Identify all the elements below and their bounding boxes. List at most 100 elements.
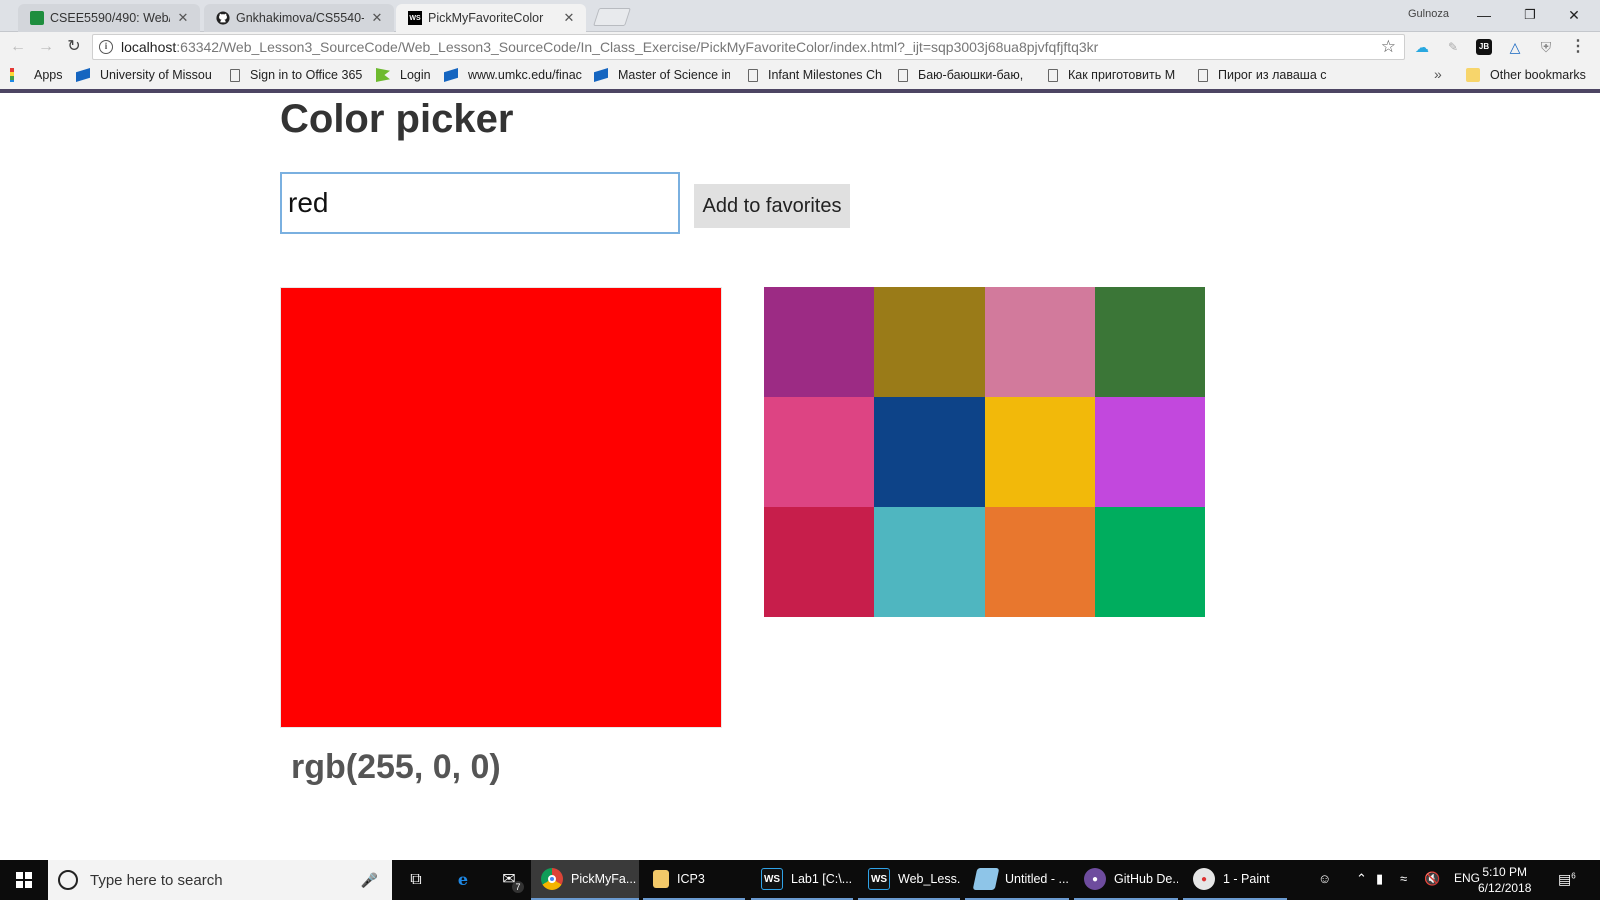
close-icon[interactable]: ✕: [370, 10, 384, 26]
favorite-color-swatch[interactable]: [1094, 507, 1205, 617]
apps-grid-icon: [10, 68, 24, 82]
favorite-color-swatch[interactable]: [984, 287, 1095, 397]
taskbar-app-notepad[interactable]: Untitled - ...: [965, 860, 1069, 900]
taskbar-app-github-desktop[interactable]: ● GitHub De...: [1074, 860, 1178, 900]
task-label: 1 - Paint: [1223, 872, 1270, 886]
back-arrow-icon[interactable]: ←: [8, 37, 28, 57]
language-indicator[interactable]: ENG: [1454, 871, 1480, 885]
color-input[interactable]: [280, 172, 680, 234]
task-label: GitHub De...: [1114, 872, 1178, 886]
address-bar[interactable]: i localhost:63342/Web_Lesson3_SourceCode…: [92, 34, 1405, 60]
system-clock[interactable]: 5:10 PM 6/12/2018: [1478, 864, 1531, 896]
cortana-icon: [58, 870, 78, 890]
taskbar-search-box[interactable]: Type here to search 🎤: [48, 860, 392, 900]
taskbar-app-paint[interactable]: ● 1 - Paint: [1183, 860, 1287, 900]
close-window-icon[interactable]: ✕: [1552, 4, 1596, 26]
mail-badge: 7: [512, 881, 524, 893]
add-to-favorites-button[interactable]: Add to favorites: [694, 184, 850, 228]
page-title: Color picker: [280, 97, 514, 141]
task-label: Lab1 [C:\...: [791, 872, 853, 886]
bookmark-label: Баю-баюшки-баю,: [918, 68, 1024, 82]
new-tab-button[interactable]: [593, 8, 631, 26]
spreadsheet-icon: [30, 11, 44, 25]
bookmarks-overflow-button[interactable]: »: [1434, 66, 1442, 82]
cloud-extension-icon[interactable]: ☁: [1414, 39, 1430, 55]
taskbar-app-webstorm-lesson[interactable]: WS Web_Less...: [858, 860, 960, 900]
favorite-color-swatch[interactable]: [984, 397, 1095, 507]
favorite-color-swatch[interactable]: [764, 397, 875, 507]
chrome-icon: [541, 868, 563, 890]
bookmark-infant-milestones[interactable]: Infant Milestones Ch: [746, 68, 884, 82]
bookmarks-bar: Apps University of Missou Sign in to Off…: [0, 62, 1600, 89]
bookmark-label: Пирог из лаваша с: [1218, 68, 1327, 82]
url-host: localhost: [121, 39, 177, 55]
favorite-color-swatch[interactable]: [764, 287, 875, 397]
reload-icon[interactable]: ↻: [64, 37, 84, 57]
favorite-color-swatch[interactable]: [984, 507, 1095, 617]
favorite-color-swatch[interactable]: [1094, 397, 1205, 507]
umkc-icon: [594, 68, 608, 82]
favorite-color-swatch[interactable]: [1094, 287, 1205, 397]
webstorm-icon: WS: [868, 868, 890, 890]
shield-extension-icon[interactable]: ⛨: [1538, 39, 1554, 55]
mail-icon[interactable]: ✉ 7: [498, 869, 524, 893]
bookmark-login[interactable]: Login: [376, 68, 431, 82]
wifi-icon[interactable]: ≈: [1400, 871, 1407, 886]
battery-icon[interactable]: ▮: [1376, 871, 1383, 887]
tray-chevron-icon[interactable]: ⌃: [1356, 871, 1367, 887]
bookmark-label: Sign in to Office 365: [250, 68, 363, 82]
bookmark-office365[interactable]: Sign in to Office 365: [228, 68, 370, 82]
favorite-color-swatch[interactable]: [874, 507, 985, 617]
bookmark-master-science[interactable]: Master of Science in: [594, 68, 730, 82]
page-icon: [1048, 68, 1058, 82]
browser-toolbar: ← → ↻ i localhost:63342/Web_Lesson3_Sour…: [0, 32, 1600, 62]
favorite-color-swatch[interactable]: [874, 287, 985, 397]
jetbrains-extension-icon[interactable]: JB: [1476, 39, 1492, 55]
notification-center-icon[interactable]: ▤6: [1558, 871, 1576, 888]
folder-icon: [653, 870, 669, 888]
restore-icon[interactable]: ❐: [1508, 4, 1552, 26]
volume-muted-icon[interactable]: 🔇: [1424, 871, 1440, 887]
clock-date: 6/12/2018: [1478, 881, 1532, 895]
windows-start-icon[interactable]: [16, 872, 32, 888]
forward-arrow-icon[interactable]: →: [36, 37, 56, 57]
drive-extension-icon[interactable]: △: [1507, 39, 1523, 55]
browser-tab-3[interactable]: WS PickMyFavoriteColor ✕: [396, 4, 586, 32]
tab-title: CSEE5590/490: Web/Clou: [50, 11, 170, 25]
search-placeholder: Type here to search: [90, 871, 223, 889]
paint-icon: ●: [1193, 868, 1215, 890]
close-icon[interactable]: ✕: [176, 10, 190, 26]
bookmark-label: Other bookmarks: [1490, 68, 1586, 82]
bookmark-bayu[interactable]: Баю-баюшки-баю,: [896, 68, 1034, 82]
taskbar-app-chrome[interactable]: PickMyFa...: [531, 860, 639, 900]
page-icon: [230, 68, 240, 82]
favorite-color-swatch[interactable]: [764, 507, 875, 617]
github-icon: [216, 11, 230, 25]
task-view-icon[interactable]: ⧉: [405, 869, 427, 891]
rgb-value-label: rgb(255, 0, 0): [291, 748, 501, 786]
bookmark-pirog[interactable]: Пирог из лаваша с: [1196, 68, 1334, 82]
minimize-icon[interactable]: —: [1462, 4, 1506, 26]
tab-title: Gnkhakimova/CS5540-Tw: [236, 11, 364, 25]
favorite-color-swatch[interactable]: [874, 397, 985, 507]
people-icon[interactable]: ☺: [1318, 871, 1331, 886]
page-content: Color picker Add to favorites rgb(255, 0…: [0, 93, 1600, 860]
bookmark-star-icon[interactable]: ☆: [1381, 37, 1396, 57]
edge-icon[interactable]: e: [452, 869, 474, 891]
close-icon[interactable]: ✕: [562, 10, 576, 26]
bookmark-apps[interactable]: Apps: [10, 68, 63, 82]
taskbar-app-webstorm-lab1[interactable]: WS Lab1 [C:\...: [751, 860, 853, 900]
pdf-extension-icon[interactable]: ✎: [1445, 39, 1461, 55]
task-label: Web_Less...: [898, 872, 960, 886]
browser-tab-2[interactable]: Gnkhakimova/CS5540-Tw ✕: [204, 4, 394, 32]
browser-tab-1[interactable]: CSEE5590/490: Web/Clou ✕: [18, 4, 200, 32]
info-icon[interactable]: i: [99, 40, 113, 54]
microphone-icon[interactable]: 🎤: [361, 872, 378, 889]
bookmark-university[interactable]: University of Missou: [76, 68, 214, 82]
menu-dots-icon[interactable]: ⋮: [1570, 39, 1586, 55]
bookmark-kak-prigotovit[interactable]: Как приготовить М: [1046, 68, 1184, 82]
taskbar-app-explorer[interactable]: ICP3: [643, 860, 745, 900]
bookmark-other[interactable]: Other bookmarks: [1466, 68, 1586, 82]
bookmark-umkc-finance[interactable]: www.umkc.edu/finac: [444, 68, 582, 82]
profile-name[interactable]: Gulnoza: [1408, 8, 1449, 20]
